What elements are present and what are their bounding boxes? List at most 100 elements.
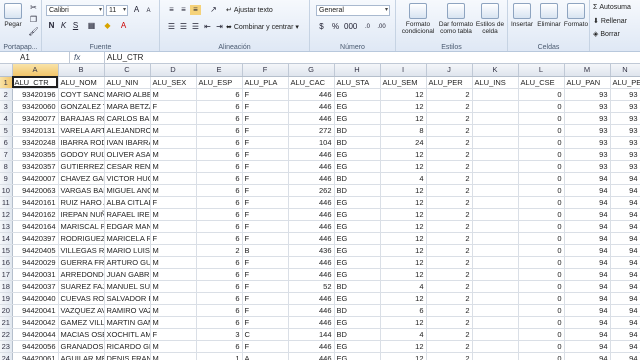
cell-b23[interactable]: GRANADOS [58, 340, 105, 353]
cell-g12[interactable]: 446 [288, 208, 335, 221]
cell-c23[interactable]: RICARDO GR [104, 340, 151, 353]
cell-h21[interactable]: EG [334, 316, 381, 329]
cell-b20[interactable]: VAZQUEZ AV [58, 304, 105, 317]
cut-icon[interactable]: ✂ [28, 3, 39, 13]
cell-k19[interactable] [472, 292, 519, 305]
cell-b17[interactable]: ARREDONDC [58, 268, 105, 281]
row-header[interactable]: 11 [0, 196, 13, 209]
cell-j12[interactable]: 2 [426, 208, 473, 221]
cell-g5[interactable]: 272 [288, 124, 335, 137]
row-header[interactable]: 15 [0, 244, 13, 257]
cell-e3[interactable]: 6 [196, 100, 243, 113]
cell-f2[interactable]: F [242, 88, 289, 101]
cell-f4[interactable]: F [242, 112, 289, 125]
cell-d18[interactable]: M [150, 280, 197, 293]
cell-d7[interactable]: M [150, 148, 197, 161]
cell-n5[interactable]: 93 [610, 124, 640, 137]
cell-h5[interactable]: BD [334, 124, 381, 137]
cell-m22[interactable]: 94 [564, 328, 611, 341]
underline-icon[interactable]: S [70, 21, 81, 31]
cell-a11[interactable]: 94420161 [12, 196, 59, 209]
cell-m11[interactable]: 94 [564, 196, 611, 209]
shrink-font-icon[interactable]: A [143, 6, 154, 16]
cell-g3[interactable]: 446 [288, 100, 335, 113]
cell-j17[interactable]: 2 [426, 268, 473, 281]
cell-n16[interactable]: 94 [610, 256, 640, 269]
increase-decimal-icon[interactable]: .0 [362, 22, 373, 32]
cell-e2[interactable]: 6 [196, 88, 243, 101]
cell-i23[interactable]: 12 [380, 340, 427, 353]
cell-i5[interactable]: 8 [380, 124, 427, 137]
cell-a13[interactable]: 94420164 [12, 220, 59, 233]
cell-l16[interactable]: 0 [518, 256, 565, 269]
cell-l1[interactable]: ALU_CSE [518, 76, 565, 89]
cell-m4[interactable]: 93 [564, 112, 611, 125]
cell-i14[interactable]: 12 [380, 232, 427, 245]
align-right-icon[interactable]: ☰ [190, 22, 201, 32]
cell-h7[interactable]: EG [334, 148, 381, 161]
cell-b15[interactable]: VILLEGAS RO [58, 244, 105, 257]
cell-l2[interactable]: 0 [518, 88, 565, 101]
column-header-f[interactable]: F [242, 64, 289, 77]
cell-c5[interactable]: ALEJANDRO [104, 124, 151, 137]
cell-f17[interactable]: F [242, 268, 289, 281]
cell-f13[interactable]: F [242, 220, 289, 233]
fx-icon[interactable]: fx [74, 52, 102, 64]
cell-b10[interactable]: VARGAS BAR [58, 184, 105, 197]
cell-j18[interactable]: 2 [426, 280, 473, 293]
cell-m15[interactable]: 94 [564, 244, 611, 257]
cell-k20[interactable] [472, 304, 519, 317]
cell-e6[interactable]: 6 [196, 136, 243, 149]
cell-j9[interactable]: 2 [426, 172, 473, 185]
cell-b8[interactable]: GUTIERREZ R [58, 160, 105, 173]
column-header-m[interactable]: M [564, 64, 611, 77]
cell-f12[interactable]: F [242, 208, 289, 221]
cell-b16[interactable]: GUERRA FRA [58, 256, 105, 269]
cell-n3[interactable]: 93 [610, 100, 640, 113]
cell-g17[interactable]: 446 [288, 268, 335, 281]
cell-e5[interactable]: 6 [196, 124, 243, 137]
cell-i18[interactable]: 4 [380, 280, 427, 293]
cell-c21[interactable]: MARTIN GAM [104, 316, 151, 329]
format-painter-icon[interactable]: 🖌 [28, 27, 39, 37]
cell-n19[interactable]: 94 [610, 292, 640, 305]
cell-n1[interactable]: ALU_PET [610, 76, 640, 89]
cell-a15[interactable]: 94420405 [12, 244, 59, 257]
cell-l11[interactable]: 0 [518, 196, 565, 209]
row-header[interactable]: 5 [0, 124, 13, 137]
cell-f21[interactable]: F [242, 316, 289, 329]
cell-n14[interactable]: 94 [610, 232, 640, 245]
cell-b6[interactable]: IBARRA ROD [58, 136, 105, 149]
cell-n17[interactable]: 94 [610, 268, 640, 281]
cell-b2[interactable]: COYT SANCH [58, 88, 105, 101]
cell-n23[interactable]: 94 [610, 340, 640, 353]
cell-m7[interactable]: 93 [564, 148, 611, 161]
cell-e7[interactable]: 6 [196, 148, 243, 161]
cell-m13[interactable]: 94 [564, 220, 611, 233]
cell-a22[interactable]: 94420044 [12, 328, 59, 341]
cell-m2[interactable]: 93 [564, 88, 611, 101]
cell-l5[interactable]: 0 [518, 124, 565, 137]
cell-l8[interactable]: 0 [518, 160, 565, 173]
cell-a7[interactable]: 93420355 [12, 148, 59, 161]
cell-k12[interactable] [472, 208, 519, 221]
column-header-n[interactable]: N [610, 64, 640, 77]
cell-d14[interactable]: F [150, 232, 197, 245]
cell-f23[interactable]: F [242, 340, 289, 353]
row-header[interactable]: 9 [0, 172, 13, 185]
cell-j22[interactable]: 2 [426, 328, 473, 341]
cell-h16[interactable]: EG [334, 256, 381, 269]
cell-i7[interactable]: 12 [380, 148, 427, 161]
cell-j15[interactable]: 2 [426, 244, 473, 257]
cell-l20[interactable]: 0 [518, 304, 565, 317]
cell-f20[interactable]: F [242, 304, 289, 317]
row-header[interactable]: 18 [0, 280, 13, 293]
cell-a10[interactable]: 94420063 [12, 184, 59, 197]
delete-button[interactable]: Eliminar [536, 3, 562, 28]
cell-n20[interactable]: 94 [610, 304, 640, 317]
cell-j20[interactable]: 2 [426, 304, 473, 317]
cell-n24[interactable]: 94 [610, 352, 640, 360]
cell-c16[interactable]: ARTURO GUE [104, 256, 151, 269]
cell-c4[interactable]: CARLOS BAR [104, 112, 151, 125]
row-header[interactable]: 17 [0, 268, 13, 281]
